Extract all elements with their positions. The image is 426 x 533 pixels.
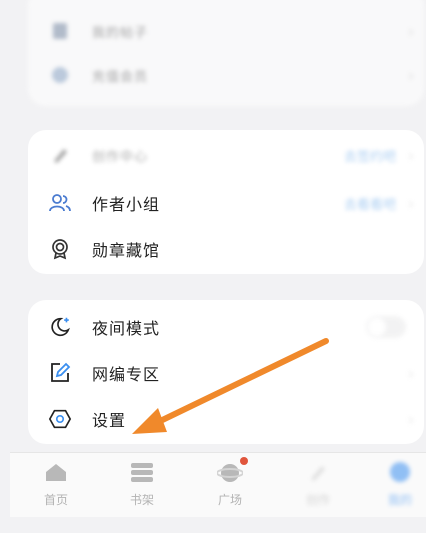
menu-item-creation-center[interactable]: 创作中心 去签约吧 › <box>28 132 424 178</box>
menu-item-label: 我的帖子 <box>92 25 149 41</box>
planet-icon <box>200 457 260 485</box>
tab-label: 首页 <box>43 493 68 507</box>
menu-item-label: 充值会员 <box>92 69 149 85</box>
tab-mine[interactable]: 我的 <box>370 459 426 508</box>
tab-square[interactable]: 广场 <box>200 457 260 508</box>
people-icon <box>48 191 72 215</box>
menu-item-medal-hall[interactable]: 勋章藏馆 <box>28 226 424 272</box>
menu-item-label: 设置 <box>92 411 127 430</box>
night-mode-toggle[interactable] <box>366 316 406 338</box>
tab-create[interactable]: 创作 <box>288 459 348 508</box>
bookshelf-icon <box>112 459 172 485</box>
menu-item-membership[interactable]: 充值会员 › <box>28 52 424 98</box>
menu-item-label: 夜间模式 <box>92 319 161 338</box>
menu-card-middle: 创作中心 去签约吧 › 作者小组 去看看吧 › 勋章藏馆 <box>28 130 424 274</box>
document-icon <box>48 19 72 43</box>
medal-icon <box>48 237 72 261</box>
menu-item-label: 作者小组 <box>92 195 161 214</box>
chevron-right-icon: › <box>407 193 414 213</box>
tab-label: 广场 <box>217 493 242 507</box>
menu-item-label: 创作中心 <box>92 149 149 165</box>
menu-item-settings[interactable]: 设置 › <box>28 396 424 442</box>
notification-dot <box>240 457 248 465</box>
edit-icon <box>48 361 72 385</box>
menu-item-label: 网编专区 <box>92 365 161 384</box>
tab-home[interactable]: 首页 <box>26 459 86 508</box>
home-icon <box>26 459 86 485</box>
tab-label: 我的 <box>387 493 412 507</box>
chevron-right-icon: › <box>407 363 414 383</box>
menu-item-author-group[interactable]: 作者小组 去看看吧 › <box>28 180 424 226</box>
pen-icon <box>48 143 72 167</box>
menu-item-value: 去看看吧 <box>343 197 396 213</box>
tab-label: 书架 <box>129 493 154 507</box>
menu-card-settings: 夜间模式 网编专区 › 设置 › <box>28 300 424 444</box>
menu-item-my-posts[interactable]: 我的帖子 › <box>28 8 424 54</box>
circle-icon <box>48 63 72 87</box>
tab-bookshelf[interactable]: 书架 <box>112 459 172 508</box>
profile-icon <box>370 459 426 485</box>
menu-item-value: 去签约吧 <box>343 149 396 165</box>
chevron-right-icon: › <box>407 65 414 85</box>
settings-gear-icon <box>48 407 72 431</box>
chevron-right-icon: › <box>407 21 414 41</box>
bottom-tab-bar: 首页 书架 广场 创作 我的 <box>10 452 426 517</box>
chevron-right-icon: › <box>407 145 414 165</box>
pen-icon <box>288 459 348 485</box>
menu-item-label: 勋章藏馆 <box>92 241 161 260</box>
moon-icon <box>48 315 72 339</box>
menu-item-night-mode[interactable]: 夜间模式 <box>28 304 424 350</box>
tab-label: 创作 <box>305 493 330 507</box>
menu-card-top: 我的帖子 › 充值会员 › <box>28 0 424 106</box>
menu-item-editor-zone[interactable]: 网编专区 › <box>28 350 424 396</box>
chevron-right-icon: › <box>407 409 414 429</box>
